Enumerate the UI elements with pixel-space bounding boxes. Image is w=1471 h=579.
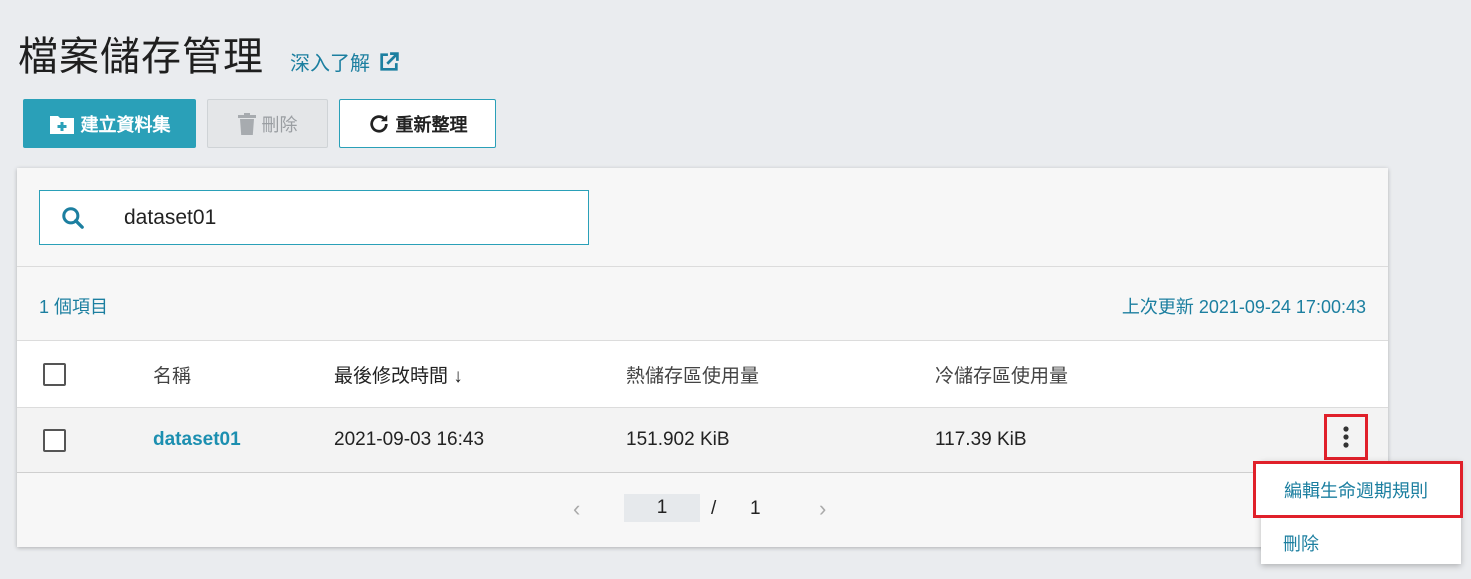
modified-cell: 2021-09-03 16:43 bbox=[334, 429, 485, 450]
trash-icon bbox=[237, 112, 256, 135]
delete-label: 刪除 bbox=[261, 114, 298, 135]
page: 檔案儲存管理 深入了解 建立資料集 刪除 重新整理 dataset01 1 個項… bbox=[0, 0, 1471, 579]
menu-item-delete[interactable]: 刪除 bbox=[1261, 517, 1461, 569]
learn-more-link[interactable]: 深入了解 bbox=[290, 47, 402, 76]
row-select-cell bbox=[43, 408, 66, 472]
select-all-checkbox[interactable] bbox=[43, 362, 66, 386]
hot-usage-cell: 151.902 KiB bbox=[626, 429, 730, 450]
column-cold-usage[interactable]: 冷儲存區使用量 bbox=[935, 341, 1068, 407]
table-header: 名稱 最後修改時間 ↓ 熱儲存區使用量 冷儲存區使用量 bbox=[17, 341, 1388, 408]
external-link-icon bbox=[380, 51, 399, 71]
actions-menu: 編輯生命週期規則 刪除 bbox=[1253, 461, 1463, 564]
select-all-cell bbox=[43, 341, 66, 407]
search-box[interactable] bbox=[39, 190, 589, 245]
folder-plus-icon bbox=[49, 113, 75, 135]
create-dataset-label: 建立資料集 bbox=[80, 114, 171, 135]
create-dataset-button[interactable]: 建立資料集 bbox=[23, 99, 196, 148]
menu-item-edit-lifecycle[interactable]: 編輯生命週期規則 bbox=[1253, 461, 1463, 518]
refresh-label: 重新整理 bbox=[395, 114, 468, 135]
more-actions-button[interactable] bbox=[1324, 414, 1368, 460]
refresh-icon bbox=[368, 113, 390, 135]
column-hot-usage[interactable]: 熱儲存區使用量 bbox=[626, 341, 759, 407]
column-modified[interactable]: 最後修改時間 ↓ bbox=[334, 341, 463, 407]
search-input[interactable] bbox=[124, 205, 524, 230]
refresh-button[interactable]: 重新整理 bbox=[339, 99, 496, 148]
learn-more-label: 深入了解 bbox=[290, 53, 370, 75]
dataset-card: 1 個項目 上次更新 2021-09-24 17:00:43 名稱 最後修改時間… bbox=[17, 168, 1388, 547]
prev-page-icon[interactable]: ‹ bbox=[573, 496, 580, 522]
row-checkbox[interactable] bbox=[43, 428, 66, 452]
search-icon bbox=[40, 205, 106, 231]
title-row: 檔案儲存管理 深入了解 bbox=[18, 24, 402, 82]
table-row[interactable]: dataset01 2021-09-03 16:43 151.902 KiB 1… bbox=[17, 408, 1388, 473]
kebab-icon bbox=[1343, 426, 1349, 448]
dataset-name-link[interactable]: dataset01 bbox=[153, 408, 241, 472]
page-input[interactable]: 1 bbox=[624, 494, 700, 522]
last-update: 上次更新 2021-09-24 17:00:43 bbox=[1121, 297, 1366, 317]
pagination: ‹ 1 / 1 › bbox=[17, 474, 1388, 546]
search-area bbox=[17, 168, 1388, 267]
cold-usage-cell: 117.39 KiB bbox=[935, 429, 1027, 450]
info-bar: 1 個項目 上次更新 2021-09-24 17:00:43 bbox=[17, 267, 1388, 341]
toolbar: 建立資料集 刪除 重新整理 bbox=[23, 99, 496, 148]
page-title: 檔案儲存管理 bbox=[18, 35, 264, 79]
page-total: 1 bbox=[750, 498, 761, 519]
column-name[interactable]: 名稱 bbox=[153, 341, 191, 407]
next-page-icon[interactable]: › bbox=[819, 496, 826, 522]
delete-button[interactable]: 刪除 bbox=[207, 99, 328, 148]
page-separator: / bbox=[711, 498, 717, 519]
item-count: 1 個項目 bbox=[39, 297, 109, 317]
